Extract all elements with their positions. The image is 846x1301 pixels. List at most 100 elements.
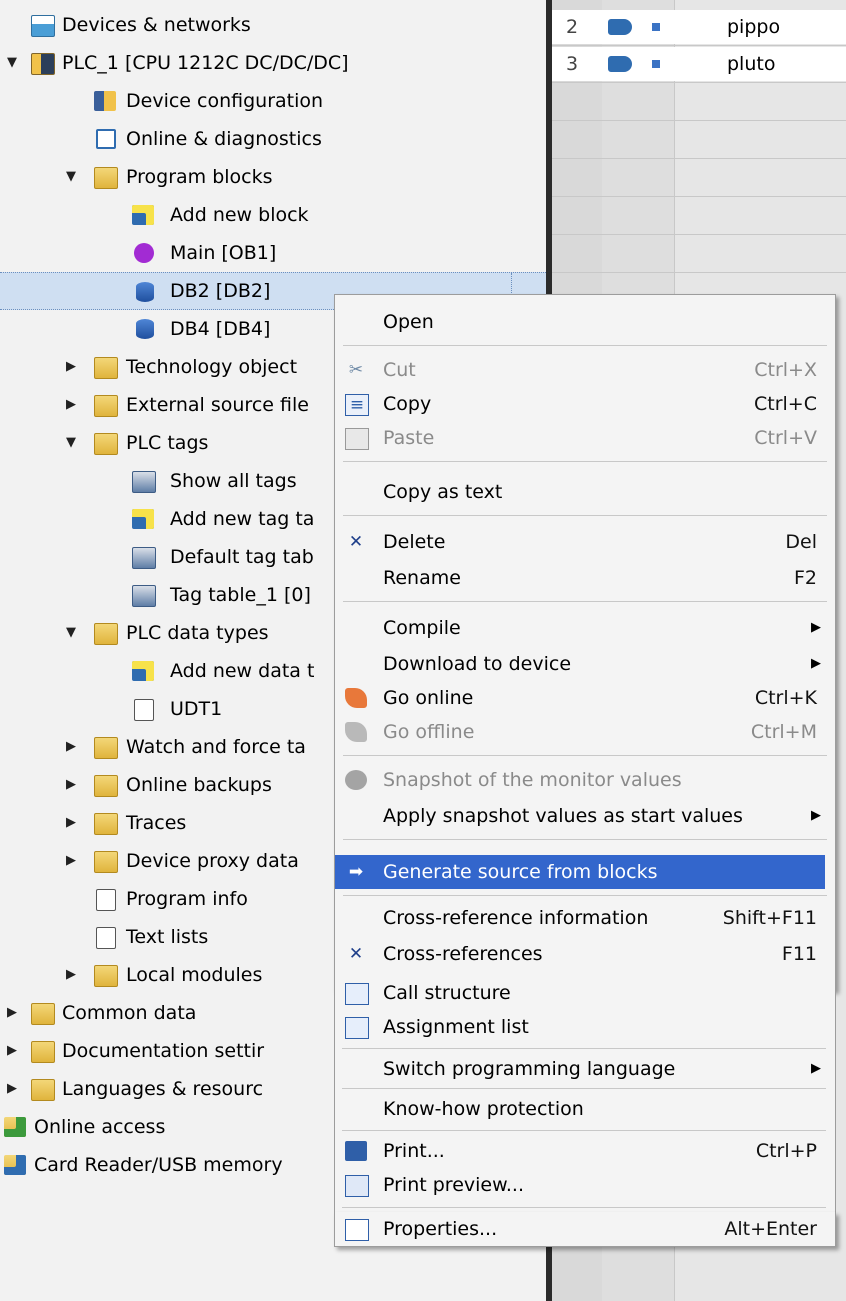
menu-item-snapshot-monitor-values[interactable]: Snapshot of the monitor values [335, 763, 835, 797]
tree-item-label: Devices & networks [62, 14, 251, 36]
expand-arrow-icon[interactable]: ▶ [5, 994, 19, 1032]
tree-item-label: UDT1 [170, 698, 223, 720]
expand-arrow-icon[interactable]: ▶ [64, 766, 78, 804]
menu-item-label: Generate source from blocks [383, 861, 658, 883]
expand-arrow-icon[interactable]: ▶ [64, 956, 78, 994]
menu-item-label: Copy [383, 393, 432, 415]
tree-item-label: PLC data types [126, 622, 269, 644]
menu-separator [342, 1130, 826, 1131]
folder-icon [94, 357, 118, 379]
tree-item-main-ob1[interactable]: Main [OB1] [0, 234, 546, 272]
menu-item-cross-references[interactable]: ✕ Cross-references F11 [335, 937, 835, 971]
menu-item-shortcut: Ctrl+P [755, 1140, 817, 1162]
menu-item-delete[interactable]: ✕ Delete Del [335, 525, 835, 559]
tree-item-label: Program info [126, 888, 248, 910]
menu-item-shortcut: Shift+F11 [722, 907, 817, 929]
table-row[interactable]: 3 pluto [552, 47, 846, 81]
row-divider [552, 82, 846, 83]
menu-item-shortcut: F11 [781, 943, 817, 965]
cross-references-icon: ✕ [348, 944, 364, 964]
tree-item-label: Device configuration [126, 90, 324, 112]
copy-icon: ≡ [345, 394, 369, 416]
expand-arrow-icon[interactable]: ▼ [64, 424, 78, 462]
menu-item-copy[interactable]: ≡ Copy Ctrl+C [335, 387, 835, 421]
diagnostics-icon [96, 129, 116, 149]
menu-item-know-how-protection[interactable]: Know-how protection [334, 1092, 836, 1126]
tree-item-label: Program blocks [126, 166, 273, 188]
tags-icon [132, 585, 156, 607]
menu-item-download-to-device[interactable]: Download to device ▶ [335, 647, 835, 681]
menu-item-label: Cut [383, 359, 416, 381]
expand-arrow-icon[interactable]: ▶ [5, 1032, 19, 1070]
menu-item-shortcut: Del [785, 531, 817, 553]
menu-item-rename[interactable]: Rename F2 [335, 561, 835, 595]
cut-icon: ✂ [348, 360, 364, 380]
tags-icon [132, 547, 156, 569]
menu-item-go-offline[interactable]: Go offline Ctrl+M [335, 715, 835, 749]
menu-item-copy-as-text[interactable]: Copy as text [335, 475, 835, 509]
menu-item-assignment-list[interactable]: Assignment list [334, 1010, 836, 1044]
menu-separator [342, 1207, 826, 1208]
table-row[interactable]: 2 pippo [552, 10, 846, 44]
menu-item-shortcut: F2 [793, 567, 817, 589]
expand-arrow-icon[interactable]: ▶ [64, 348, 78, 386]
menu-item-label: Cross-references [383, 943, 543, 965]
expand-arrow-icon[interactable]: ▼ [64, 158, 78, 196]
tag-name[interactable]: pippo [727, 10, 780, 44]
tree-item-online-diagnostics[interactable]: Online & diagnostics [0, 120, 546, 158]
expand-arrow-icon[interactable]: ▼ [5, 44, 19, 82]
menu-item-generate-source-from-blocks[interactable]: ➡ Generate source from blocks [335, 855, 825, 889]
tree-item-devices-networks[interactable]: Devices & networks [0, 6, 546, 44]
menu-item-call-structure[interactable]: Call structure [334, 976, 836, 1010]
menu-item-paste[interactable]: Paste Ctrl+V [335, 421, 835, 455]
program-info-icon [96, 889, 116, 911]
tree-item-label: Common data [62, 1002, 197, 1024]
tree-item-label: Add new tag ta [170, 508, 315, 530]
menu-item-label: Print... [383, 1140, 445, 1162]
tree-item-label: Online & diagnostics [126, 128, 322, 150]
tree-item-label: PLC tags [126, 432, 209, 454]
tree-item-device-configuration[interactable]: Device configuration [0, 82, 546, 120]
menu-separator [343, 515, 827, 516]
card-reader-icon [4, 1155, 26, 1175]
expand-arrow-icon[interactable]: ▶ [64, 386, 78, 424]
expand-arrow-icon[interactable]: ▶ [64, 804, 78, 842]
menu-item-label: Rename [383, 567, 461, 589]
tree-item-label: DB2 [DB2] [170, 280, 271, 302]
menu-item-print[interactable]: Print... Ctrl+P [334, 1134, 836, 1168]
menu-item-properties[interactable]: Properties... Alt+Enter [334, 1212, 836, 1247]
context-menu: Open ✂ Cut Ctrl+X ≡ Copy Ctrl+C Paste Ct… [334, 294, 836, 991]
menu-item-switch-programming-language[interactable]: Switch programming language ▶ [334, 1052, 836, 1086]
tree-item-label: Traces [126, 812, 187, 834]
tree-item-add-new-block[interactable]: Add new block [0, 196, 546, 234]
tree-item-label: Text lists [126, 926, 209, 948]
menu-item-label: Delete [383, 531, 446, 553]
menu-item-open[interactable]: Open [335, 305, 835, 339]
tree-item-label: Watch and force ta [126, 736, 306, 758]
folder-icon [94, 395, 118, 417]
expand-arrow-icon[interactable]: ▼ [64, 614, 78, 652]
plc-icon [31, 53, 55, 75]
menu-item-label: Call structure [383, 982, 511, 1004]
go-online-icon [345, 688, 367, 708]
menu-item-go-online[interactable]: Go online Ctrl+K [335, 681, 835, 715]
tree-item-program-blocks[interactable]: ▼ Program blocks [0, 158, 546, 196]
folder-icon [94, 737, 118, 759]
menu-item-print-preview[interactable]: Print preview... [334, 1168, 836, 1202]
tag-name[interactable]: pluto [727, 47, 775, 81]
expand-arrow-icon[interactable]: ▶ [64, 728, 78, 766]
tree-item-plc1[interactable]: ▼ PLC_1 [CPU 1212C DC/DC/DC] [0, 44, 546, 82]
row-number: 2 [566, 16, 579, 38]
assignment-list-icon [345, 1017, 369, 1039]
go-offline-icon [345, 722, 367, 742]
udt-icon [134, 699, 154, 721]
tree-item-label: Technology object [126, 356, 298, 378]
expand-arrow-icon[interactable]: ▶ [64, 842, 78, 880]
tree-item-label: Device proxy data [126, 850, 299, 872]
menu-item-cut[interactable]: ✂ Cut Ctrl+X [335, 353, 835, 387]
menu-item-apply-snapshot-values[interactable]: Apply snapshot values as start values ▶ [335, 799, 835, 833]
properties-icon [345, 1219, 369, 1241]
menu-item-compile[interactable]: Compile ▶ [335, 611, 835, 645]
expand-arrow-icon[interactable]: ▶ [5, 1070, 19, 1108]
menu-item-cross-reference-information[interactable]: Cross-reference information Shift+F11 [335, 901, 835, 935]
